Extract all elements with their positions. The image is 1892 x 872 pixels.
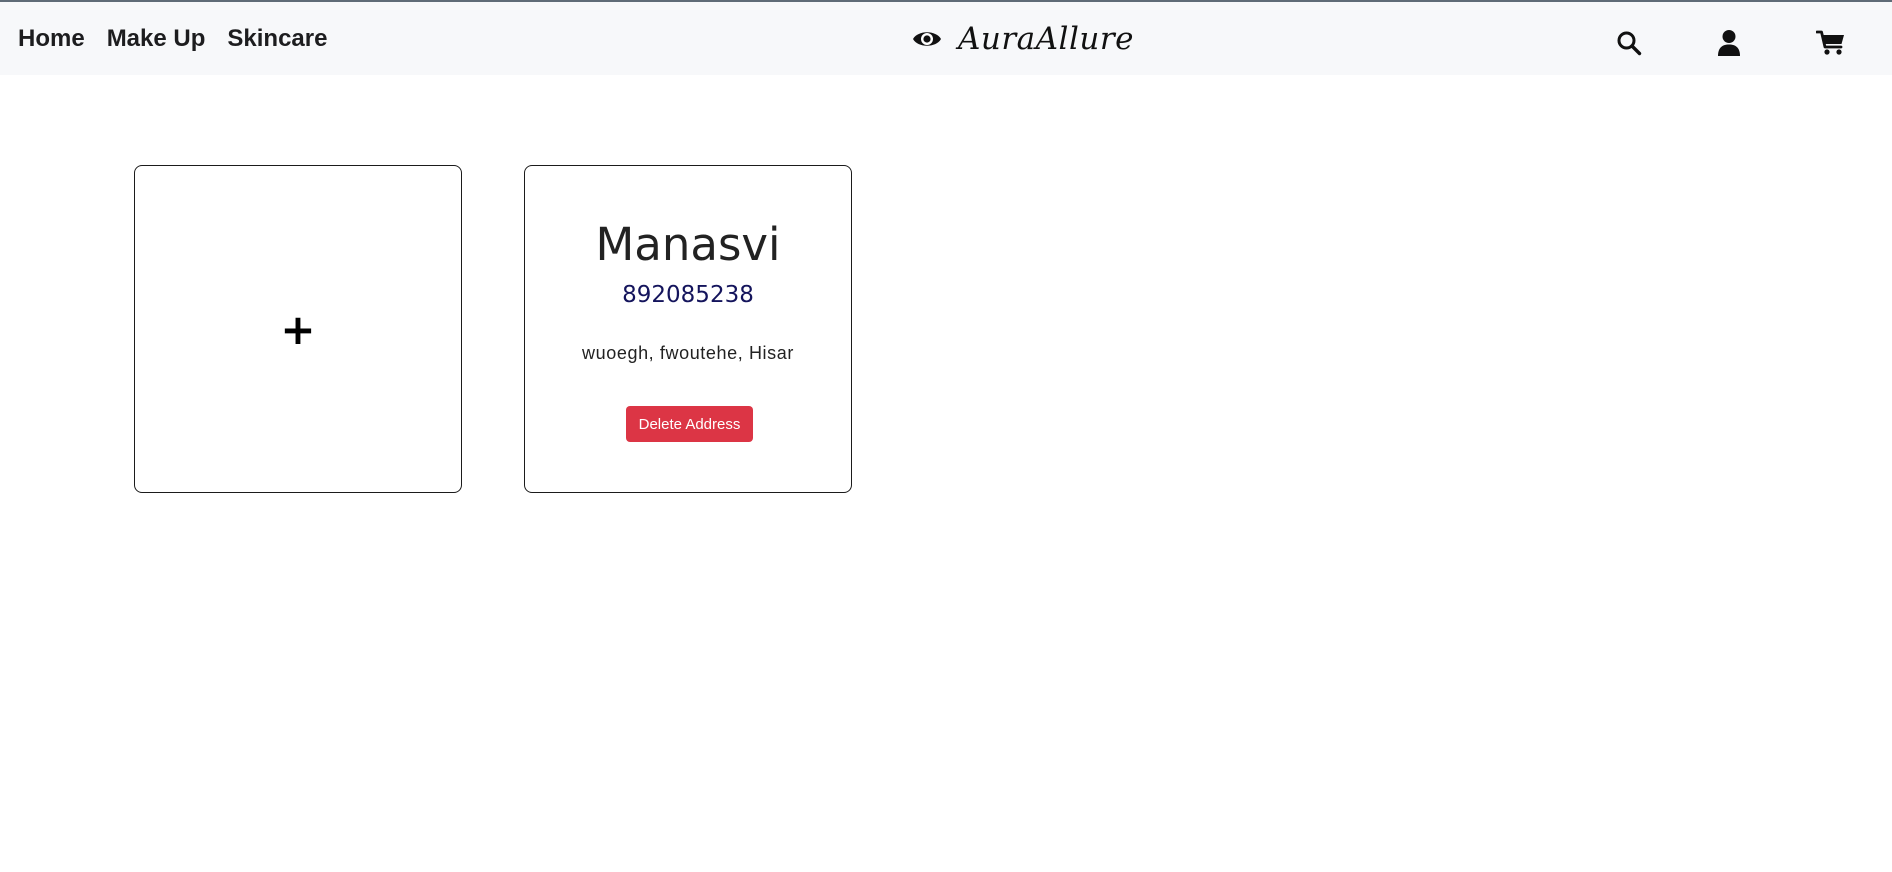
address-name: Manasvi [595, 218, 781, 271]
brand-logo-link[interactable]: AuraAllure [912, 2, 1134, 75]
search-icon [1616, 30, 1642, 56]
delete-address-button[interactable]: Delete Address [626, 406, 753, 442]
cart-icon [1816, 30, 1846, 56]
address-text: wuoegh, fwoutehe, Hisar [582, 343, 794, 363]
account-button[interactable] [1714, 28, 1744, 58]
cart-button[interactable] [1816, 28, 1846, 58]
nav-link-skincare[interactable]: Skincare [227, 25, 327, 53]
plus-icon: + [280, 304, 316, 354]
user-icon [1717, 29, 1741, 57]
add-address-card[interactable]: + [134, 165, 462, 493]
nav-links: Home Make Up Skincare [18, 2, 327, 75]
nav-link-make-up[interactable]: Make Up [107, 25, 206, 53]
navbar: Home Make Up Skincare AuraAllure [0, 2, 1892, 75]
eye-icon [912, 28, 942, 50]
address-card: Manasvi 892085238 wuoegh, fwoutehe, Hisa… [524, 165, 852, 493]
brand-name: AuraAllure [958, 20, 1134, 57]
nav-link-home[interactable]: Home [18, 25, 85, 53]
search-button[interactable] [1614, 28, 1644, 58]
address-phone: 892085238 [622, 282, 754, 308]
